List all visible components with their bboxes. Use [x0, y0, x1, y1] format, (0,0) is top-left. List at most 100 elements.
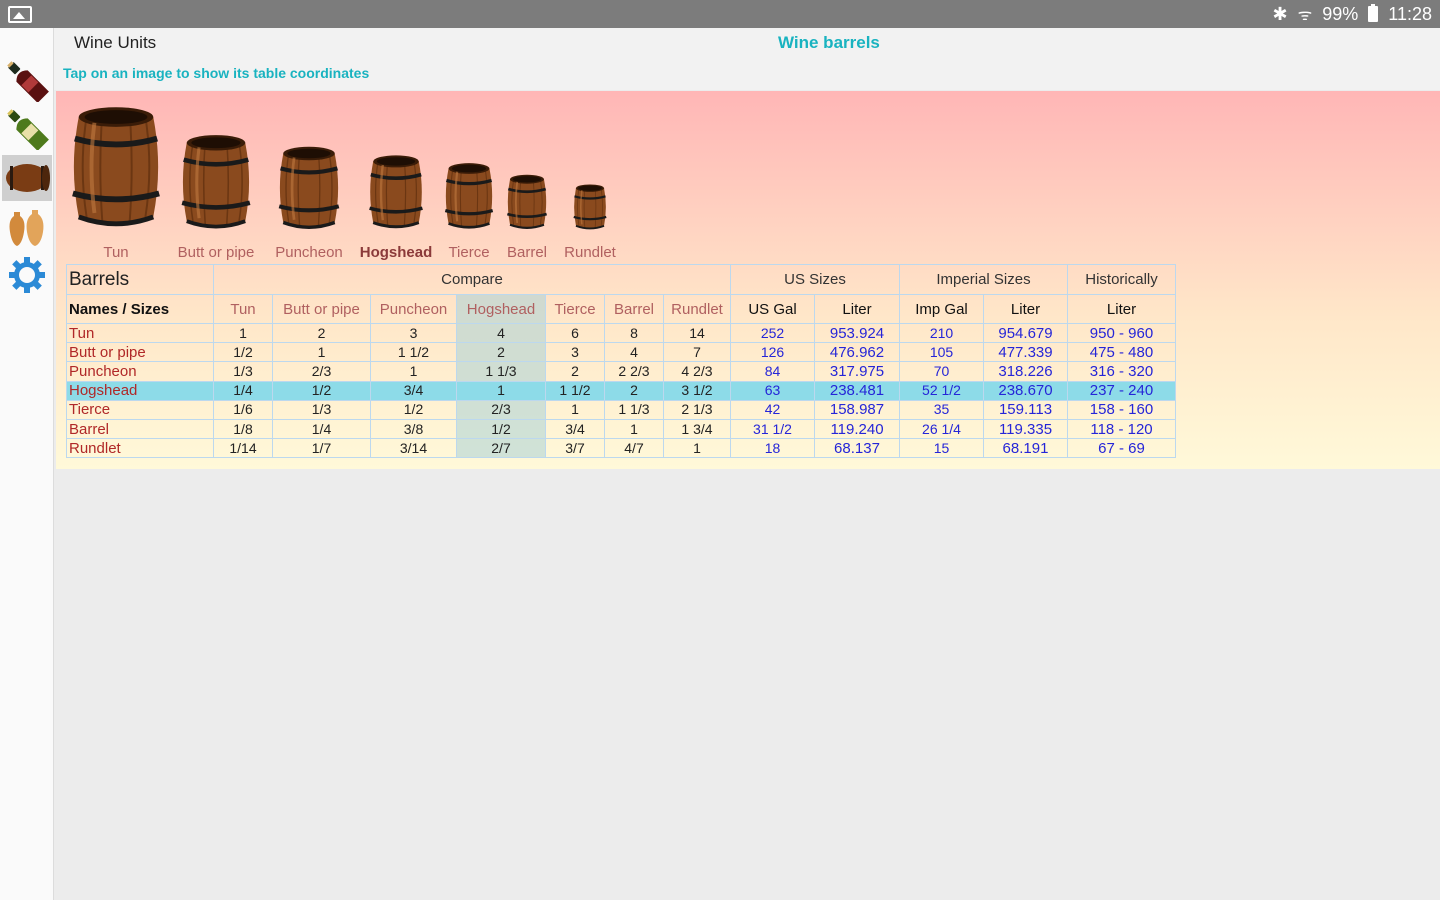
barrel-image-puncheon[interactable] [274, 144, 344, 232]
settings-gear-icon[interactable] [2, 252, 52, 298]
imp-gal-cell[interactable]: 15 [899, 438, 984, 459]
table-row[interactable]: Rundlet 1/14 1/7 3/14 2/7 3/7 4/7 1 18 68.137 15 68… [66, 438, 1176, 459]
compare-cell[interactable]: 3/7 [545, 438, 605, 459]
compare-cell[interactable]: 3 [545, 342, 605, 363]
compare-cell[interactable]: 1/3 [213, 361, 273, 382]
us-gal-cell[interactable]: 18 [730, 438, 815, 459]
us-liter-cell[interactable]: 953.924 [814, 322, 900, 344]
compare-cell[interactable]: 3 [370, 322, 457, 344]
compare-cell[interactable]: 1 1/3 [456, 361, 546, 382]
compare-cell[interactable]: 3/4 [370, 380, 457, 401]
barrel-image-hogshead[interactable] [365, 153, 427, 231]
historical-liter-cell[interactable]: 475 - 480 [1067, 342, 1176, 363]
imp-gal-cell[interactable]: 70 [899, 361, 984, 382]
imp-liter-cell[interactable]: 119.335 [983, 418, 1068, 440]
table-row[interactable]: Barrel 1/8 1/4 3/8 1/2 3/4 1 1 3/4 31 1/2 119.240… [66, 418, 1176, 440]
compare-cell[interactable]: 1 1/3 [604, 399, 664, 420]
table-row[interactable]: Tun 1 2 3 4 6 8 14 252 953.924 210 954.679 950 - 960 [66, 322, 1176, 344]
compare-cell[interactable]: 1 [663, 438, 731, 459]
col-header-rundlet[interactable]: Rundlet [663, 294, 731, 324]
row-name[interactable]: Tierce [66, 399, 214, 420]
compare-cell[interactable]: 4 [456, 322, 546, 344]
table-row[interactable]: Tierce 1/6 1/3 1/2 2/3 1 1 1/3 2 1/3 42 158.987 35… [66, 399, 1176, 420]
col-header-puncheon[interactable]: Puncheon [370, 294, 457, 324]
compare-cell[interactable]: 1/2 [213, 342, 273, 363]
imp-gal-cell[interactable]: 210 [899, 322, 984, 344]
compare-cell[interactable]: 4 2/3 [663, 361, 731, 382]
compare-cell[interactable]: 2 [456, 342, 546, 363]
compare-cell[interactable]: 8 [604, 322, 664, 344]
imp-gal-cell[interactable]: 52 1/2 [899, 380, 984, 401]
compare-cell[interactable]: 1 1/2 [370, 342, 457, 363]
compare-cell[interactable]: 1/2 [456, 418, 546, 440]
row-name[interactable]: Barrel [66, 418, 214, 440]
compare-cell[interactable]: 1 3/4 [663, 418, 731, 440]
barrel-image-barrel[interactable] [504, 173, 550, 231]
row-name[interactable]: Puncheon [66, 361, 214, 382]
compare-cell[interactable]: 1/4 [272, 418, 371, 440]
compare-cell[interactable]: 1 [370, 361, 457, 382]
us-liter-cell[interactable]: 158.987 [814, 399, 900, 420]
amphora-icon[interactable] [2, 204, 52, 250]
imp-liter-cell[interactable]: 68.191 [983, 438, 1068, 459]
us-liter-cell[interactable]: 238.481 [814, 380, 900, 401]
compare-cell[interactable]: 2/3 [456, 399, 546, 420]
col-header-hogshead[interactable]: Hogshead [456, 294, 546, 324]
red-wine-bottle-icon[interactable] [2, 58, 52, 104]
us-liter-cell[interactable]: 317.975 [814, 361, 900, 382]
historical-liter-cell[interactable]: 950 - 960 [1067, 322, 1176, 344]
compare-cell[interactable]: 1/3 [272, 399, 371, 420]
compare-cell[interactable]: 1/2 [370, 399, 457, 420]
row-name[interactable]: Tun [66, 322, 214, 344]
compare-cell[interactable]: 4 [604, 342, 664, 363]
compare-cell[interactable]: 1/6 [213, 399, 273, 420]
compare-cell[interactable]: 3/8 [370, 418, 457, 440]
row-name[interactable]: Rundlet [66, 438, 214, 459]
us-gal-cell[interactable]: 84 [730, 361, 815, 382]
barrel-image-rundlet[interactable] [571, 183, 609, 231]
imp-gal-cell[interactable]: 26 1/4 [899, 418, 984, 440]
table-row[interactable]: Puncheon 1/3 2/3 1 1 1/3 2 2 2/3 4 2/3 84 317.975… [66, 361, 1176, 382]
col-header-barrel[interactable]: Barrel [604, 294, 664, 324]
barrel-image-tierce[interactable] [442, 161, 496, 231]
us-liter-cell[interactable]: 119.240 [814, 418, 900, 440]
barrel-image-butt-or-pipe[interactable] [177, 132, 255, 232]
imp-gal-cell[interactable]: 105 [899, 342, 984, 363]
compare-cell[interactable]: 1/14 [213, 438, 273, 459]
historical-liter-cell[interactable]: 158 - 160 [1067, 399, 1176, 420]
table-row[interactable]: Butt or pipe 1/2 1 1 1/2 2 3 4 7 126 476.962 105 47… [66, 342, 1176, 363]
us-gal-cell[interactable]: 126 [730, 342, 815, 363]
us-gal-cell[interactable]: 31 1/2 [730, 418, 815, 440]
imp-gal-cell[interactable]: 35 [899, 399, 984, 420]
barrel-tool-icon[interactable] [2, 155, 52, 201]
compare-cell[interactable]: 1/8 [213, 418, 273, 440]
compare-cell[interactable]: 2/7 [456, 438, 546, 459]
historical-liter-cell[interactable]: 118 - 120 [1067, 418, 1176, 440]
compare-cell[interactable]: 7 [663, 342, 731, 363]
compare-cell[interactable]: 1 [272, 342, 371, 363]
compare-cell[interactable]: 2 [604, 380, 664, 401]
compare-cell[interactable]: 1 [604, 418, 664, 440]
compare-cell[interactable]: 3/14 [370, 438, 457, 459]
compare-cell[interactable]: 2 [272, 322, 371, 344]
col-header-tierce[interactable]: Tierce [545, 294, 605, 324]
compare-cell[interactable]: 6 [545, 322, 605, 344]
us-gal-cell[interactable]: 42 [730, 399, 815, 420]
barrel-image-tun[interactable] [67, 102, 165, 232]
compare-cell[interactable]: 1/7 [272, 438, 371, 459]
imp-liter-cell[interactable]: 318.226 [983, 361, 1068, 382]
compare-cell[interactable]: 14 [663, 322, 731, 344]
imp-liter-cell[interactable]: 159.113 [983, 399, 1068, 420]
compare-cell[interactable]: 1 1/2 [545, 380, 605, 401]
compare-cell[interactable]: 3/4 [545, 418, 605, 440]
imp-liter-cell[interactable]: 954.679 [983, 322, 1068, 344]
compare-cell[interactable]: 4/7 [604, 438, 664, 459]
us-liter-cell[interactable]: 476.962 [814, 342, 900, 363]
us-gal-cell[interactable]: 252 [730, 322, 815, 344]
historical-liter-cell[interactable]: 237 - 240 [1067, 380, 1176, 401]
table-row[interactable]: Hogshead 1/4 1/2 3/4 1 1 1/2 2 3 1/2 63 238.481 52… [66, 380, 1176, 401]
compare-cell[interactable]: 2 1/3 [663, 399, 731, 420]
col-header-tun[interactable]: Tun [213, 294, 273, 324]
col-header-butt-or-pipe[interactable]: Butt or pipe [272, 294, 371, 324]
row-name[interactable]: Hogshead [66, 380, 214, 401]
